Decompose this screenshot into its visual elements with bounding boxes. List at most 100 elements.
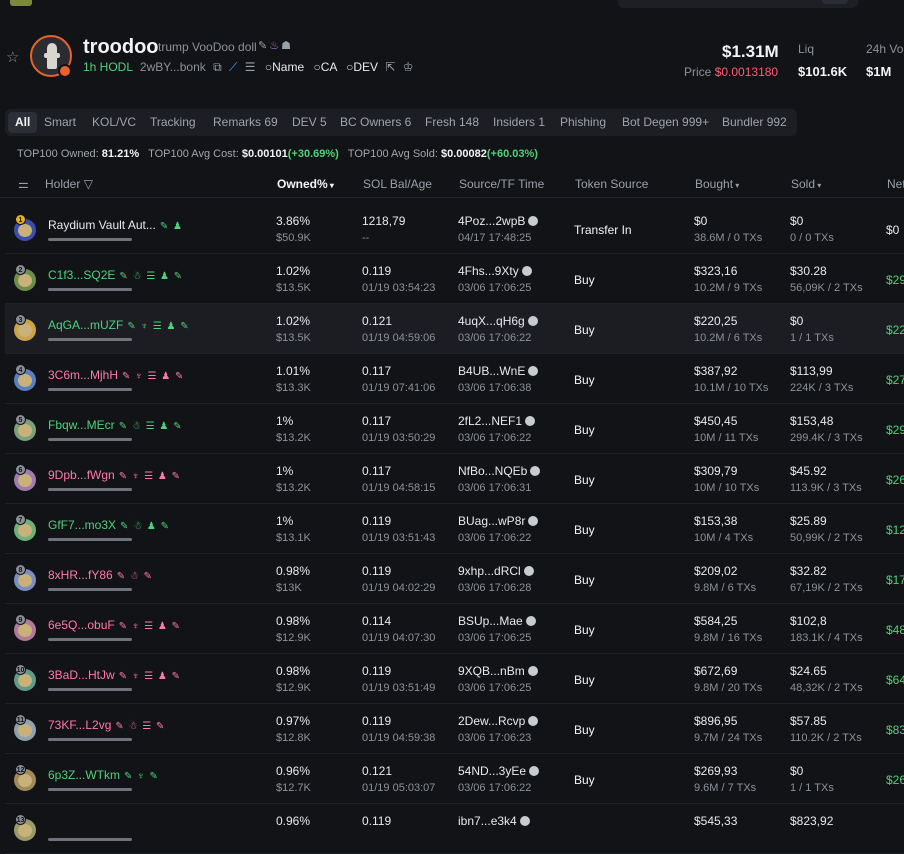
holder-name[interactable]: AqGA...mUZF xyxy=(48,318,123,332)
source-wallet[interactable]: 9xhp...dRCl xyxy=(458,564,534,578)
table-row[interactable]: 1 Raydium Vault Aut... ✎ ♟ 3.86% $50.9K 1218,… xyxy=(5,204,904,254)
tab-bundler[interactable]: Bundler 992 xyxy=(722,115,787,129)
bought-txs: 9.8M / 20 TXs xyxy=(694,682,763,694)
filter-icon[interactable]: ▽ xyxy=(80,177,93,191)
holder-name[interactable]: 3BaD...HtJw xyxy=(48,668,115,682)
table-row[interactable]: 3 AqGA...mUZF ✎ ♆ ☰ ♟ ✎ 1.02% $13.5K 0.121 01/… xyxy=(5,304,904,354)
holder-cell: 3BaD...HtJw ✎ ♆ ☰ ♟ ✎ xyxy=(48,668,181,682)
owned-pct: 1% xyxy=(276,414,294,428)
table-row[interactable]: 9 6e5Q...obuF ✎ ♆ ☰ ♟ ✎ 0.98% $12.9K 0.114 01/… xyxy=(5,604,904,654)
holder-tag-icons[interactable]: ✎ ♆ ✎ xyxy=(124,771,159,782)
holder-tag-icons[interactable]: ✎ ☃ ☰ ✎ xyxy=(115,721,165,732)
holder-name[interactable]: Fbqw...MEcr xyxy=(48,418,115,432)
source-wallet[interactable]: B4UB...WnE xyxy=(458,364,539,378)
holding-bar xyxy=(48,438,132,441)
table-row[interactable]: 7 GfF7...mo3X ✎ ☃ ♟ ✎ 1% $13.1K 0.119 01/19 03… xyxy=(5,504,904,554)
dev-icon[interactable]: ☗ xyxy=(281,40,293,52)
copy-icon[interactable]: ⧉ xyxy=(213,60,222,74)
external-link-icon[interactable]: ⇱ xyxy=(385,60,395,74)
holder-name[interactable]: C1f3...SQ2E xyxy=(48,268,115,282)
token-address[interactable]: 2wBY...bonk xyxy=(140,60,206,74)
table-row[interactable]: 5 Fbqw...MEcr ✎ ☃ ☰ ♟ ✎ 1% $13.2K 0.117 01/19 … xyxy=(5,404,904,454)
tab-remarks[interactable]: Remarks 69 xyxy=(213,115,278,129)
table-row[interactable]: 10 3BaD...HtJw ✎ ♆ ☰ ♟ ✎ 0.98% $12.9K 0.119 01… xyxy=(5,654,904,704)
source-wallet[interactable]: 2fL2...NEF1 xyxy=(458,414,536,428)
tab-kol-vc[interactable]: KOL/VC xyxy=(92,115,136,129)
name-search-button[interactable]: ○Name xyxy=(265,60,304,74)
app-logo[interactable] xyxy=(10,0,32,6)
holder-name[interactable]: Raydium Vault Aut... xyxy=(48,218,156,232)
source-wallet[interactable]: 2Dew...Rcvp xyxy=(458,714,539,728)
tab-tracking[interactable]: Tracking xyxy=(150,115,196,129)
price-block: Price $0.0013180 xyxy=(684,65,778,79)
holder-tag-icons[interactable]: ✎ ♆ ☰ ♟ ✎ xyxy=(122,371,184,382)
source-wallet[interactable]: 4Poz...2wpB xyxy=(458,214,539,228)
holder-tag-icons[interactable]: ✎ ♆ ☰ ♟ ✎ xyxy=(119,471,181,482)
table-row[interactable]: 13 0.96% 0.119 ibn7...e3k4 $545,33 $823,92 xyxy=(5,804,904,854)
filter-settings-icon[interactable]: ⚌ xyxy=(18,177,29,191)
menu-icon[interactable]: ☰ xyxy=(245,60,256,74)
holder-name[interactable]: 8xHR...fY86 xyxy=(48,568,113,582)
holder-name[interactable]: 6p3Z...WTkm xyxy=(48,768,120,782)
owned-pct: 3.86% xyxy=(276,214,311,228)
holder-tag-icons[interactable]: ✎ ♆ ☰ ♟ ✎ xyxy=(119,621,181,632)
col-owned[interactable]: Owned% ▾ xyxy=(277,177,334,191)
col-token-source[interactable]: Token Source xyxy=(575,177,648,191)
bought-txs: 10.2M / 6 TXs xyxy=(694,332,763,344)
tab-smart[interactable]: Smart xyxy=(44,115,76,129)
col-source[interactable]: Source/TF Time xyxy=(459,177,544,191)
source-wallet[interactable]: 54ND...3yEe xyxy=(458,764,540,778)
tab-bc-owners[interactable]: BC Owners 6 xyxy=(340,115,411,129)
col-sold[interactable]: Sold ▾ xyxy=(791,177,821,191)
ca-search-button[interactable]: ○CA xyxy=(313,60,336,74)
table-row[interactable]: 8 8xHR...fY86 ✎ ☃ ✎ 0.98% $13K 0.119 01/19 04:… xyxy=(5,554,904,604)
feather-icon[interactable]: ⟋ xyxy=(229,60,237,74)
table-row[interactable]: 2 C1f3...SQ2E ✎ ☃ ☰ ♟ ✎ 1.02% $13.5K 0.119 01/… xyxy=(5,254,904,304)
edit-icon[interactable]: ✎ xyxy=(258,40,269,52)
sold-txs: 48,32K / 2 TXs xyxy=(790,682,863,694)
tab-fresh[interactable]: Fresh 148 xyxy=(425,115,479,129)
holder-tag-icons[interactable]: ✎ ☃ ♟ ✎ xyxy=(120,521,170,532)
favorite-star-icon[interactable]: ☆ xyxy=(6,48,19,66)
tab-dev[interactable]: DEV 5 xyxy=(292,115,327,129)
table-row[interactable]: 4 3C6m...MjhH ✎ ♆ ☰ ♟ ✎ 1.01% $13.3K 0.117 01/… xyxy=(5,354,904,404)
tab-insiders[interactable]: Insiders 1 xyxy=(493,115,545,129)
col-net[interactable]: Net xyxy=(887,177,904,191)
rank-badge: 2 xyxy=(15,264,26,275)
holder-tag-icons[interactable]: ✎ ♆ ☰ ♟ ✎ xyxy=(119,671,181,682)
col-holder-label: Holder xyxy=(45,177,81,191)
source-wallet[interactable]: 4Fhs...9Xty xyxy=(458,264,532,278)
holder-name[interactable]: 6e5Q...obuF xyxy=(48,618,115,632)
holder-name[interactable]: 9Dpb...fWgn xyxy=(48,468,115,482)
tab-phishing[interactable]: Phishing xyxy=(560,115,606,129)
holder-tag-icons[interactable]: ✎ ☃ ☰ ♟ ✎ xyxy=(119,271,183,282)
tab-bot-degen[interactable]: Bot Degen 999+ xyxy=(622,115,709,129)
owned-usd: $12.7K xyxy=(276,782,311,794)
source-wallet[interactable]: 4uqX...qH6g xyxy=(458,314,538,328)
col-bought[interactable]: Bought ▾ xyxy=(695,177,739,191)
col-holder[interactable]: Holder ▽ xyxy=(45,177,93,191)
table-row[interactable]: 6 9Dpb...fWgn ✎ ♆ ☰ ♟ ✎ 1% $13.2K 0.117 01/19 … xyxy=(5,454,904,504)
source-wallet[interactable]: BSUp...Mae xyxy=(458,614,536,628)
table-header: ⚌ Holder ▽ Owned% ▾ SOL Bal/Age Source/T… xyxy=(0,168,904,198)
source-wallet[interactable]: 9XQB...nBm xyxy=(458,664,538,678)
owned-pct: 0.96% xyxy=(276,764,311,778)
source-wallet[interactable]: BUag...wP8r xyxy=(458,514,539,528)
holder-name[interactable]: 73KF...L2vg xyxy=(48,718,111,732)
crown-icon[interactable]: ♔ xyxy=(403,60,414,74)
table-row[interactable]: 12 6p3Z...WTkm ✎ ♆ ✎ 0.96% $12.7K 0.121 01/19 … xyxy=(5,754,904,804)
holder-tag-icons[interactable]: ✎ ☃ ✎ xyxy=(117,571,153,582)
holder-name[interactable]: 3C6m...MjhH xyxy=(48,368,118,382)
holder-tag-icons[interactable]: ✎ ☃ ☰ ♟ ✎ xyxy=(119,421,183,432)
holder-tag-icons[interactable]: ✎ ♆ ☰ ♟ ✎ xyxy=(127,321,189,332)
holder-tag-icons[interactable]: ✎ ♟ xyxy=(160,221,183,232)
dev-search-button[interactable]: ○DEV xyxy=(346,60,378,74)
net-pnl: $29 xyxy=(886,423,904,437)
search-bar[interactable] xyxy=(618,0,858,8)
col-sol-bal[interactable]: SOL Bal/Age xyxy=(363,177,432,191)
tab-all[interactable]: All xyxy=(8,112,38,133)
source-wallet[interactable]: NfBo...NQEb xyxy=(458,464,541,478)
table-row[interactable]: 11 73KF...L2vg ✎ ☃ ☰ ✎ 0.97% $12.8K 0.119 01/1… xyxy=(5,704,904,754)
holder-name[interactable]: GfF7...mo3X xyxy=(48,518,116,532)
source-wallet[interactable]: ibn7...e3k4 xyxy=(458,814,530,828)
